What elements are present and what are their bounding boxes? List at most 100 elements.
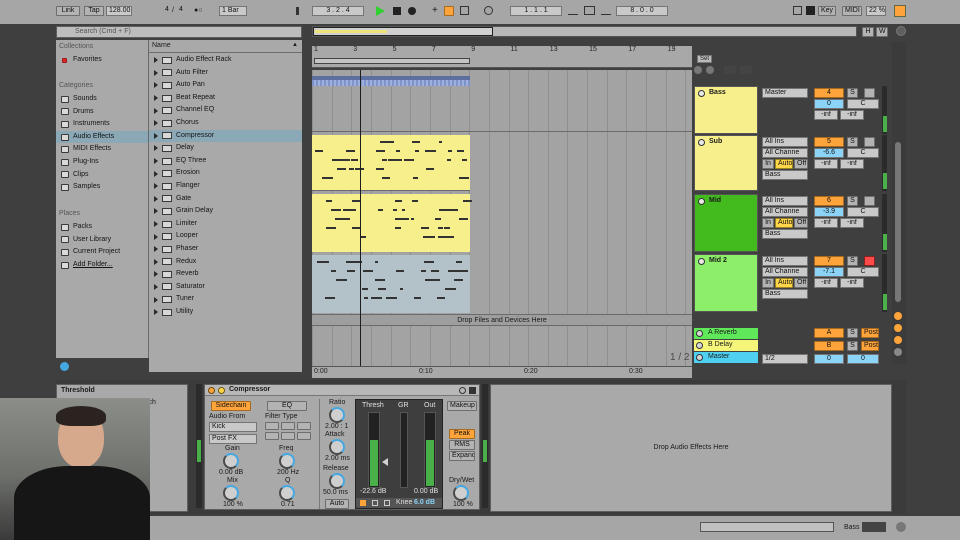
time-sig-numerator[interactable]: 4	[162, 6, 172, 16]
fold-icon[interactable]	[698, 90, 705, 97]
back-arrow-icon[interactable]	[694, 66, 702, 74]
midi-note[interactable]	[382, 177, 391, 179]
fold-icon[interactable]	[696, 330, 703, 337]
time-ruler[interactable]: 0:00 0:10 0:20 0:30	[312, 366, 692, 378]
arm-button[interactable]	[864, 256, 875, 266]
send-b-field[interactable]: -inf	[840, 218, 864, 228]
loop-start-field[interactable]: 1 . 1 . 1	[510, 6, 562, 16]
midi-note[interactable]	[395, 227, 401, 229]
midi-note[interactable]	[447, 209, 459, 211]
midi-note[interactable]	[330, 209, 341, 211]
pan-field[interactable]: C	[847, 148, 879, 158]
arrangement-ruler[interactable]: 1 3 5 7 9 11 13 15 17 19	[312, 46, 692, 68]
arm-button[interactable]	[864, 88, 875, 98]
track-input-menu[interactable]: All Ins	[762, 137, 808, 147]
midi-note[interactable]	[388, 159, 399, 161]
track-input-menu[interactable]: All Ins	[762, 256, 808, 266]
send-b-field[interactable]: -inf	[840, 110, 864, 120]
sidebar-item-favorites[interactable]: Favorites	[56, 54, 148, 67]
clip-mid[interactable]	[312, 194, 472, 252]
sidebar-item-samples[interactable]: Samples	[56, 181, 148, 194]
clip-mid-2[interactable]	[312, 255, 470, 313]
overdub-icon[interactable]: +	[432, 5, 438, 16]
loop-brace[interactable]	[314, 58, 470, 64]
midi-note[interactable]	[396, 150, 401, 152]
automation-arm-icon[interactable]	[444, 6, 454, 16]
monitor-off-button[interactable]: Off	[794, 159, 808, 169]
clip-sub[interactable]	[312, 135, 470, 191]
track-header[interactable]: Mid 2	[694, 254, 758, 312]
track-activator[interactable]: 6	[814, 196, 844, 206]
monitor-auto-button[interactable]: Auto	[775, 218, 793, 228]
track-activator[interactable]: 4	[814, 88, 844, 98]
lookahead-icon[interactable]	[360, 500, 366, 506]
device-power-icon[interactable]	[208, 387, 215, 394]
drop-zone[interactable]: Drop Files and Devices Here	[312, 314, 692, 326]
sidebar-item-instruments[interactable]: Instruments	[56, 118, 148, 131]
midi-note[interactable]	[395, 270, 405, 272]
gain-value[interactable]: 0.00 dB	[219, 469, 243, 476]
browser-search[interactable]: Search (Cmd + F)	[56, 26, 302, 38]
ratio-value[interactable]: 2.00 : 1	[325, 423, 348, 430]
midi-note[interactable]	[386, 297, 397, 299]
midi-note[interactable]	[360, 236, 367, 238]
volume-field[interactable]: -3.9	[814, 207, 844, 217]
midi-note[interactable]	[349, 168, 354, 170]
browser-item[interactable]: Erosion	[149, 167, 302, 180]
return-b-post[interactable]: Post	[861, 341, 879, 351]
pan-field[interactable]: C	[847, 99, 879, 109]
freq-knob[interactable]	[279, 453, 295, 469]
browser-item[interactable]: Looper	[149, 230, 302, 243]
midi-note[interactable]	[345, 261, 352, 263]
midi-note[interactable]	[375, 168, 384, 170]
expand-triangle-icon[interactable]	[154, 258, 158, 265]
link-button[interactable]: Link	[56, 6, 80, 16]
master-track[interactable]: Master	[694, 352, 758, 363]
midi-note[interactable]	[443, 236, 452, 238]
return-track-a[interactable]: A Reverb	[694, 328, 758, 339]
return-b-activator[interactable]: B	[814, 341, 844, 351]
midi-note[interactable]	[342, 218, 351, 220]
midi-note[interactable]	[413, 297, 422, 299]
send-a-field[interactable]: -inf	[814, 218, 838, 228]
midi-note[interactable]	[316, 261, 325, 263]
midi-note[interactable]	[315, 150, 323, 152]
midi-note[interactable]	[347, 270, 356, 272]
browser-item[interactable]: Channel EQ	[149, 104, 302, 117]
device-drop-zone[interactable]: Drop Audio Effects Here	[490, 384, 892, 512]
browser-item[interactable]: Tuner	[149, 293, 302, 306]
midi-note[interactable]	[456, 270, 465, 272]
browser-item[interactable]: Auto Pan	[149, 79, 302, 92]
midi-note[interactable]	[374, 279, 386, 281]
monitor-auto-button[interactable]: Auto	[775, 159, 793, 169]
browser-item[interactable]: Redux	[149, 256, 302, 269]
midi-note[interactable]	[325, 200, 333, 202]
io-toggle-icon[interactable]	[894, 312, 902, 320]
sidebar-item-audio-effects[interactable]: Audio Effects	[56, 130, 148, 144]
fold-icon[interactable]	[696, 342, 703, 349]
send-b-field[interactable]: -inf	[840, 278, 864, 288]
sidebar-item-plugins[interactable]: Plug-Ins	[56, 156, 148, 169]
out-value[interactable]: 0.00 dB	[414, 488, 438, 495]
midi-note[interactable]	[374, 261, 378, 263]
session-record-icon[interactable]	[484, 6, 493, 15]
monitor-off-button[interactable]: Off	[794, 278, 808, 288]
master-volume[interactable]: 0	[814, 354, 844, 364]
midi-note[interactable]	[395, 218, 401, 220]
sidebar-item-clips[interactable]: Clips	[56, 169, 148, 182]
key-map-button[interactable]: Key	[818, 6, 836, 16]
track-channel-menu[interactable]: All Channe	[762, 207, 808, 217]
midi-note[interactable]	[400, 288, 404, 290]
release-value[interactable]: 50.0 ms	[323, 489, 348, 496]
browser-item[interactable]: Audio Effect Rack	[149, 54, 302, 67]
highpass-icon[interactable]	[297, 422, 311, 430]
midi-note[interactable]	[436, 297, 446, 299]
name-column-header[interactable]: Name ▲	[149, 42, 302, 53]
send-a-field[interactable]: -inf	[814, 159, 838, 169]
freq-value[interactable]: 200 Hz	[277, 469, 299, 476]
w-button[interactable]: W	[876, 27, 888, 37]
q-knob[interactable]	[279, 485, 295, 501]
track-input-menu[interactable]: Master	[762, 88, 808, 98]
return-a-solo[interactable]: S	[847, 328, 858, 338]
thresh-value[interactable]: -22.6 dB	[360, 488, 386, 495]
